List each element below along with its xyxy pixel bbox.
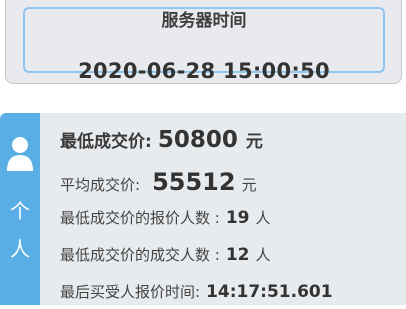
average-price-value: 55512 — [152, 168, 236, 196]
lowest-price-bidders-value: 19 — [225, 208, 250, 228]
last-bid-time-value: 14:17:51.601 — [206, 282, 333, 302]
lowest-price-deals-unit: 人 — [255, 246, 271, 264]
personal-tab-label-1: 个 — [10, 199, 30, 223]
server-time-value: 2020-06-28 15:00:50 — [78, 59, 330, 83]
server-time-frame: 服务器时间 2020-06-28 15:00:50 — [23, 7, 385, 83]
personal-tab-label-2: 人 — [10, 237, 30, 261]
lowest-price-bidders-label: 最低成交价的报价人数 : — [60, 209, 220, 227]
lowest-price-unit: 元 — [245, 132, 263, 152]
lowest-price-deals-label: 最低成交价的成交人数 : — [60, 246, 220, 264]
personal-tab[interactable]: 个 人 — [0, 113, 40, 305]
personal-info-panel: 个 人 最低成交价: 50800 元 平均成交价: 55512 元 最低成交价的报价人数… — [0, 113, 406, 305]
lowest-price-deals-value: 12 — [225, 245, 250, 265]
server-time-panel: 服务器时间 2020-06-28 15:00:50 — [5, 0, 402, 84]
lowest-price-bidders-row: 最低成交价的报价人数 : 19 人 — [60, 207, 271, 235]
average-price-label: 平均成交价: — [60, 176, 141, 194]
lowest-price-deals-row: 最低成交价的成交人数 : 12 人 — [60, 244, 271, 272]
average-price-row: 平均成交价: 55512 元 — [60, 168, 257, 200]
average-price-unit: 元 — [241, 176, 257, 194]
lowest-price-value: 50800 — [157, 127, 238, 153]
person-icon — [7, 137, 33, 171]
lowest-price-row: 最低成交价: 50800 元 — [60, 127, 263, 163]
server-time-title: 服务器时间 — [147, 10, 261, 32]
lowest-price-label: 最低成交价: — [60, 132, 152, 152]
last-bid-time-label: 最后买受人报价时间: — [60, 283, 201, 301]
lowest-price-bidders-unit: 人 — [255, 209, 271, 227]
